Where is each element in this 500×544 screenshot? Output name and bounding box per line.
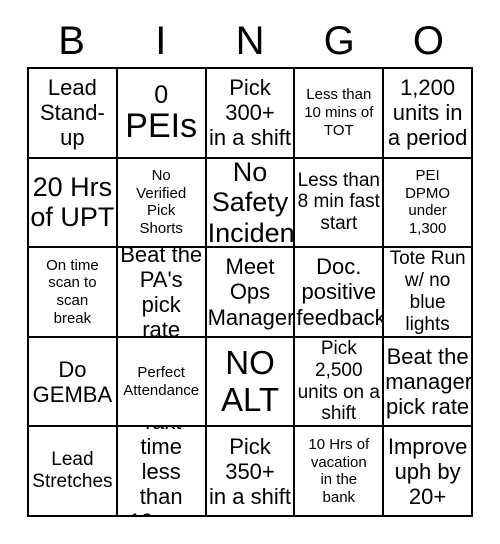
bingo-cell-r1-c3[interactable]: Pick 300+ in a shift — [206, 69, 296, 159]
bingo-cell-r4-c1[interactable]: Do GEMBA — [29, 337, 118, 428]
bingo-cell-text: Pick 300+ in a shift — [209, 75, 291, 151]
bingo-cell-text: Beat the manager pick rate — [385, 343, 473, 420]
bingo-cell-r2-c3[interactable]: No Safety Incident — [206, 158, 296, 249]
bingo-cell-text: Lead Stand- up — [39, 75, 105, 151]
bingo-cell-r3-c5[interactable]: Tote Run w/ no blue lights — [384, 248, 473, 338]
bingo-header-letter-o: O — [412, 18, 444, 63]
bingo-cell-r4-c4[interactable]: Pick 2,500 units on a shift — [295, 337, 385, 428]
bingo-cell-text: 20 Hrs of UPT — [30, 172, 115, 233]
bingo-cell-text: NO ALT — [220, 344, 280, 418]
bingo-cell-text: Meet Ops Manager — [207, 254, 295, 330]
bingo-cell-text: Do GEMBA — [32, 356, 113, 407]
bingo-cell-r1-c1[interactable]: Lead Stand- up — [29, 69, 118, 159]
bingo-cell-r3-c2[interactable]: Beat the PA's pick rate — [117, 248, 207, 338]
bingo-cell-text: Perfect Attendance — [123, 363, 200, 399]
bingo-cell-r4-c3[interactable]: NO ALT — [206, 337, 296, 428]
bingo-cell-r1-c5[interactable]: 1,200 units in a period — [384, 69, 473, 159]
bingo-cell-text: PEI DPMO under 1,300 — [405, 167, 451, 238]
bingo-cell-r5-c4[interactable]: 10 Hrs of vacation in the bank — [295, 427, 385, 517]
bingo-cell-r4-c2[interactable]: Perfect Attendance — [117, 337, 207, 428]
bingo-card: B I N G O Lead Stand- up 0 PEIs Pick 300+ i… — [0, 0, 500, 544]
bingo-cell-text: Takt time less than 10 sec — [129, 427, 194, 515]
bingo-cell-r5-c3[interactable]: Pick 350+ in a shift — [206, 427, 296, 517]
bingo-cell-text: 1,200 units in a period — [387, 75, 468, 151]
bingo-cell-r1-c2[interactable]: 0 PEIs — [117, 69, 207, 159]
bingo-cell-text: Pick 350+ in a shift — [209, 433, 291, 509]
bingo-header-letter-n: N — [235, 18, 265, 63]
bingo-cell-r2-c2[interactable]: No Verified Pick Shorts — [117, 158, 207, 249]
bingo-grid: Lead Stand- up 0 PEIs Pick 300+ in a shift L… — [27, 67, 473, 517]
bingo-cell-text: 10 Hrs of vacation in the bank — [308, 435, 370, 506]
bingo-cell-r1-c4[interactable]: Less than 10 mins of TOT — [295, 69, 385, 159]
bingo-cell-text: Less than 10 mins of TOT — [304, 86, 374, 139]
bingo-cell-text: Beat the PA's pick rate — [120, 248, 203, 338]
bingo-cell-text-line-1: 0 — [154, 80, 169, 109]
bingo-cell-r5-c1[interactable]: Lead Stretches — [29, 427, 118, 517]
bingo-cell-text: Lead Stretches — [32, 449, 113, 493]
bingo-cell-r2-c1[interactable]: 20 Hrs of UPT — [29, 158, 118, 249]
bingo-header-letter-g: G — [323, 18, 355, 63]
bingo-cell-r3-c4[interactable]: Doc. positive feedback — [295, 248, 385, 338]
bingo-cell-text: Improve uph by 20+ — [387, 433, 468, 509]
bingo-cell-text: No Safety Incident — [207, 158, 296, 248]
bingo-cell-text: Less than 8 min fast start — [297, 169, 380, 235]
bingo-cell-r5-c5[interactable]: Improve uph by 20+ — [384, 427, 473, 517]
bingo-cell-r5-c2[interactable]: Takt time less than 10 sec — [117, 427, 207, 517]
bingo-cell-text: On time scan to scan break — [46, 256, 99, 327]
bingo-cell-text: Pick 2,500 units on a shift — [297, 337, 380, 425]
bingo-cell-text: 0 PEIs — [119, 81, 204, 145]
bingo-cell-r4-c5[interactable]: Beat the manager pick rate — [384, 337, 473, 428]
bingo-cell-text: Tote Run w/ no blue lights — [389, 248, 466, 335]
bingo-cell-text-line-2: PEIs — [125, 107, 198, 146]
bingo-header-row: B I N G O — [27, 14, 473, 67]
bingo-cell-text: Doc. positive feedback — [296, 254, 385, 330]
bingo-cell-r2-c5[interactable]: PEI DPMO under 1,300 — [384, 158, 473, 249]
bingo-cell-text: No Verified Pick Shorts — [136, 167, 187, 238]
bingo-header-letter-i: I — [155, 18, 167, 63]
bingo-cell-r2-c4[interactable]: Less than 8 min fast start — [295, 158, 385, 249]
bingo-cell-r3-c3[interactable]: Meet Ops Manager — [206, 248, 296, 338]
bingo-header-letter-b: B — [58, 18, 85, 63]
bingo-cell-r3-c1[interactable]: On time scan to scan break — [29, 248, 118, 338]
